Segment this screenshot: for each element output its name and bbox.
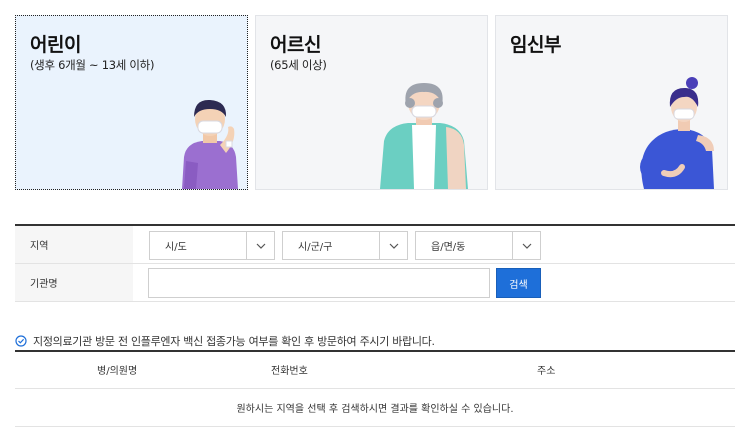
eupmyeondong-select[interactable]: 읍/면/동	[415, 231, 541, 260]
category-subtitle: (65세 이상)	[270, 58, 327, 72]
category-card-pregnant[interactable]: 임신부	[495, 15, 728, 190]
column-header-address: 주소	[537, 366, 556, 377]
results-bottom-border	[15, 426, 735, 427]
category-subtitle: (생후 6개월 ~ 13세 이하)	[30, 58, 155, 72]
chevron-down-icon	[246, 232, 274, 259]
child-illustration	[182, 99, 238, 189]
results-empty-message: 원하시는 지역을 선택 후 검색하시면 결과를 확인하실 수 있습니다.	[236, 404, 514, 415]
sigungu-select[interactable]: 시/군/구	[282, 231, 408, 260]
sigungu-select-value: 시/군/구	[298, 242, 333, 253]
column-header-hospital-name: 병/의원명	[97, 366, 138, 377]
check-circle-icon	[15, 335, 27, 347]
sido-select-value: 시/도	[165, 242, 187, 253]
region-label: 지역	[15, 226, 133, 263]
category-card-child[interactable]: 어린이 (생후 6개월 ~ 13세 이하)	[15, 15, 248, 190]
elderly-woman-illustration	[380, 83, 468, 189]
search-button[interactable]: 검색	[496, 268, 541, 298]
institution-label: 기관명	[15, 264, 133, 301]
notice-text: 지정의료기관 방문 전 인플루엔자 백신 접종가능 여부를 확인 후 방문하여 …	[33, 335, 435, 348]
chevron-down-icon	[379, 232, 407, 259]
notice: 지정의료기관 방문 전 인플루엔자 백신 접종가능 여부를 확인 후 방문하여 …	[15, 333, 435, 349]
eupmyeondong-select-value: 읍/면/동	[431, 242, 466, 253]
category-title: 어르신	[270, 34, 321, 56]
institution-row: 기관명 검색	[15, 264, 735, 302]
column-header-phone: 전화번호	[271, 366, 308, 377]
chevron-down-icon	[512, 232, 540, 259]
category-title: 임신부	[510, 34, 561, 56]
region-row: 지역 시/도 시/군/구 읍/면/동	[15, 226, 735, 264]
category-card-elderly[interactable]: 어르신 (65세 이상)	[255, 15, 488, 190]
pregnant-woman-illustration	[640, 77, 714, 189]
results-top-border	[15, 350, 735, 352]
sido-select[interactable]: 시/도	[149, 231, 275, 260]
results-header-border	[15, 388, 735, 389]
category-title: 어린이	[30, 34, 81, 56]
institution-name-input[interactable]	[148, 268, 490, 298]
